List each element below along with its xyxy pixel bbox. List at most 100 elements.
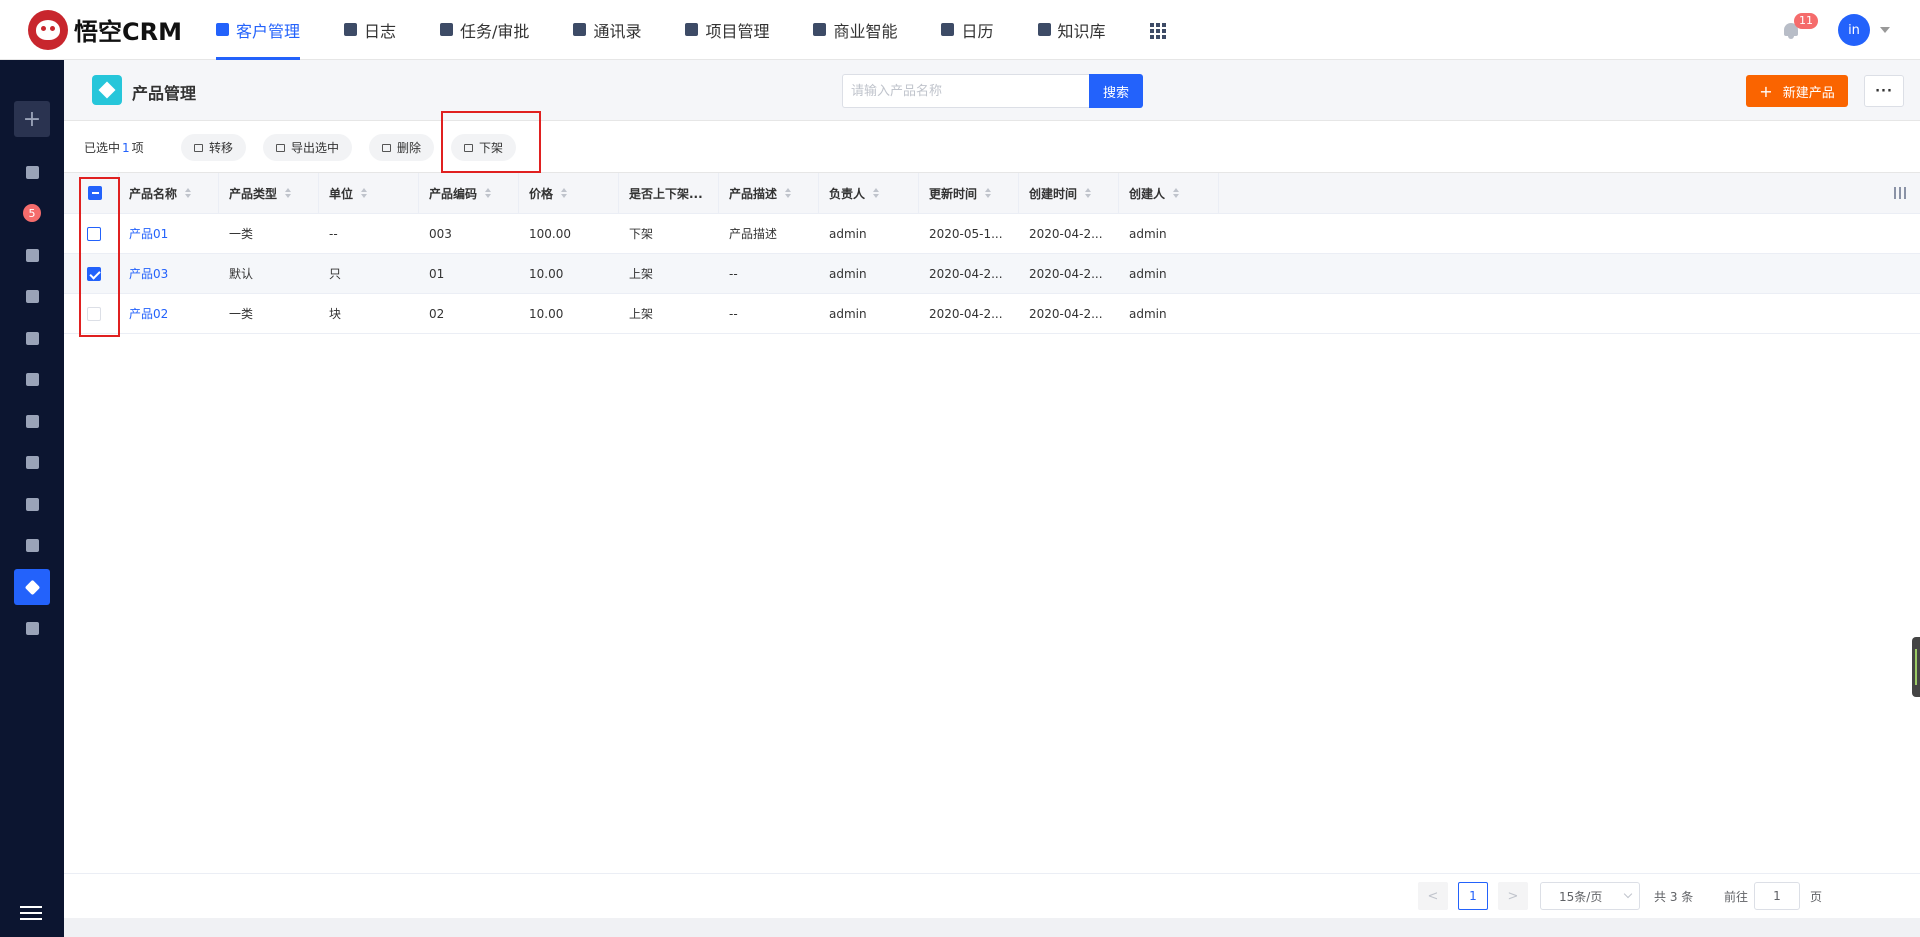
- bi-icon: [813, 23, 827, 36]
- header-creator[interactable]: 创建人: [1119, 173, 1219, 213]
- nav-item-bi[interactable]: 商业智能: [813, 0, 897, 60]
- sort-icon[interactable]: [361, 188, 368, 198]
- header-label: 产品类型: [229, 186, 278, 201]
- table-row[interactable]: 产品03 默认 只 01 10.00 上架 -- admin 2020-04-2…: [64, 254, 1920, 294]
- sort-icon[interactable]: [985, 188, 992, 198]
- header-description[interactable]: 产品描述: [719, 173, 819, 213]
- current-page-button[interactable]: 1: [1458, 882, 1488, 910]
- header-on-shelf[interactable]: 是否上下架...: [619, 173, 719, 213]
- selection-prefix: 已选中: [84, 141, 121, 155]
- header-label: 单位: [329, 186, 354, 201]
- nav-item-project[interactable]: 项目管理: [685, 0, 769, 60]
- sort-icon[interactable]: [785, 188, 792, 198]
- bell-icon[interactable]: 11: [1782, 13, 1818, 39]
- nav-item-contacts[interactable]: 通讯录: [573, 0, 641, 60]
- nav-item-knowledge[interactable]: 知识库: [1037, 0, 1106, 60]
- todo-count-badge: 5: [23, 204, 41, 222]
- nav-label: 知识库: [1057, 21, 1106, 41]
- transfer-button[interactable]: 转移: [181, 134, 247, 161]
- goto-page-input[interactable]: [1754, 882, 1800, 910]
- page-title: 产品管理: [132, 84, 197, 103]
- sort-icon[interactable]: [1085, 188, 1092, 198]
- top-right-area: 11 in: [1782, 0, 1890, 60]
- product-icon[interactable]: [14, 569, 50, 605]
- nav-label: 通讯录: [593, 21, 642, 41]
- page-size-select[interactable]: 15条/页: [1540, 882, 1640, 910]
- cell-type: 一类: [229, 307, 254, 321]
- header-product-name[interactable]: 产品名称: [119, 173, 219, 213]
- bottom-strip: [64, 918, 1920, 937]
- header-update-time[interactable]: 更新时间: [919, 173, 1019, 213]
- new-product-button[interactable]: + 新建产品: [1746, 75, 1848, 107]
- header-product-code[interactable]: 产品编码: [419, 173, 519, 213]
- header-label: 创建人: [1129, 186, 1166, 201]
- search-input[interactable]: [842, 74, 1092, 108]
- cell-price: 10.00: [529, 306, 564, 321]
- home-icon[interactable]: [14, 527, 50, 563]
- contact-icon[interactable]: [14, 320, 50, 356]
- plus-icon: +: [1759, 81, 1773, 101]
- header-unit[interactable]: 单位: [319, 173, 419, 213]
- send-icon[interactable]: [14, 610, 50, 646]
- sort-icon[interactable]: [485, 188, 492, 198]
- dashboard-icon[interactable]: [14, 154, 50, 190]
- cell-owner: admin: [829, 306, 867, 321]
- nav-item-customer[interactable]: 客户管理: [216, 0, 301, 60]
- search-button[interactable]: 搜索: [1089, 74, 1143, 108]
- nav-item-calendar[interactable]: 日历: [941, 0, 994, 60]
- business-icon[interactable]: [14, 361, 50, 397]
- side-drawer-handle[interactable]: [1912, 637, 1920, 697]
- export-selected-button[interactable]: 导出选中: [263, 134, 353, 161]
- cube-icon: [92, 75, 122, 105]
- product-name-link[interactable]: 产品02: [119, 294, 219, 333]
- next-page-button[interactable]: >: [1498, 882, 1528, 910]
- header-create-time[interactable]: 创建时间: [1019, 173, 1119, 213]
- journal-icon: [344, 23, 358, 36]
- table-row[interactable]: 产品01 一类 -- 003 100.00 下架 产品描述 admin 2020…: [64, 214, 1920, 254]
- sort-icon[interactable]: [185, 188, 192, 198]
- product-name-link[interactable]: 产品03: [119, 254, 219, 293]
- cell-type: 默认: [229, 267, 254, 281]
- nav-item-journal[interactable]: 日志: [344, 0, 396, 60]
- cell-update-time: 2020-05-1...: [929, 226, 1003, 241]
- page-header: 产品管理 搜索 + 新建产品 ···: [64, 60, 1920, 120]
- column-settings-icon[interactable]: [1894, 187, 1906, 199]
- sidebar-item-todo[interactable]: 5: [14, 195, 50, 231]
- cell-type: 一类: [229, 227, 254, 241]
- cell-unit: --: [329, 226, 338, 241]
- nav-item-task[interactable]: 任务/审批: [440, 0, 529, 60]
- quick-add-button[interactable]: +: [14, 101, 50, 137]
- leads-icon[interactable]: [14, 237, 50, 273]
- more-button[interactable]: ···: [1864, 75, 1904, 107]
- header-price[interactable]: 价格: [519, 173, 619, 213]
- invoice-icon[interactable]: [14, 486, 50, 522]
- nav-label: 日历: [961, 21, 994, 41]
- cell-shelf-status: 上架: [629, 267, 654, 281]
- goto-label: 前往: [1724, 890, 1749, 904]
- header-product-type[interactable]: 产品类型: [219, 173, 319, 213]
- cell-description: --: [729, 266, 738, 281]
- apps-grid-button[interactable]: [1149, 0, 1166, 60]
- pagination-bar: < 1 > 15条/页 共 3 条 前往 页: [64, 873, 1920, 918]
- sort-icon[interactable]: [285, 188, 292, 198]
- delete-button[interactable]: 删除: [369, 134, 435, 161]
- trash-icon: [382, 143, 391, 152]
- menu-fold-icon[interactable]: [20, 906, 42, 920]
- page-size-label: 15条/页: [1559, 889, 1603, 904]
- avatar[interactable]: in: [1838, 14, 1870, 46]
- sort-icon[interactable]: [1173, 188, 1180, 198]
- header-owner[interactable]: 负责人: [819, 173, 919, 213]
- customer-icon[interactable]: [14, 278, 50, 314]
- delete-label: 删除: [397, 141, 422, 155]
- chevron-down-icon[interactable]: [1880, 27, 1890, 33]
- sort-icon[interactable]: [873, 188, 880, 198]
- sort-icon[interactable]: [561, 188, 568, 198]
- phone-icon: [573, 23, 587, 36]
- prev-page-button[interactable]: <: [1418, 882, 1448, 910]
- chevron-down-icon: [1623, 889, 1633, 899]
- logo[interactable]: 悟空CRM: [0, 9, 200, 50]
- table-row[interactable]: 产品02 一类 块 02 10.00 上架 -- admin 2020-04-2…: [64, 294, 1920, 334]
- money-bag-icon[interactable]: [14, 444, 50, 480]
- contract-icon[interactable]: [14, 403, 50, 439]
- product-name-link[interactable]: 产品01: [119, 214, 219, 253]
